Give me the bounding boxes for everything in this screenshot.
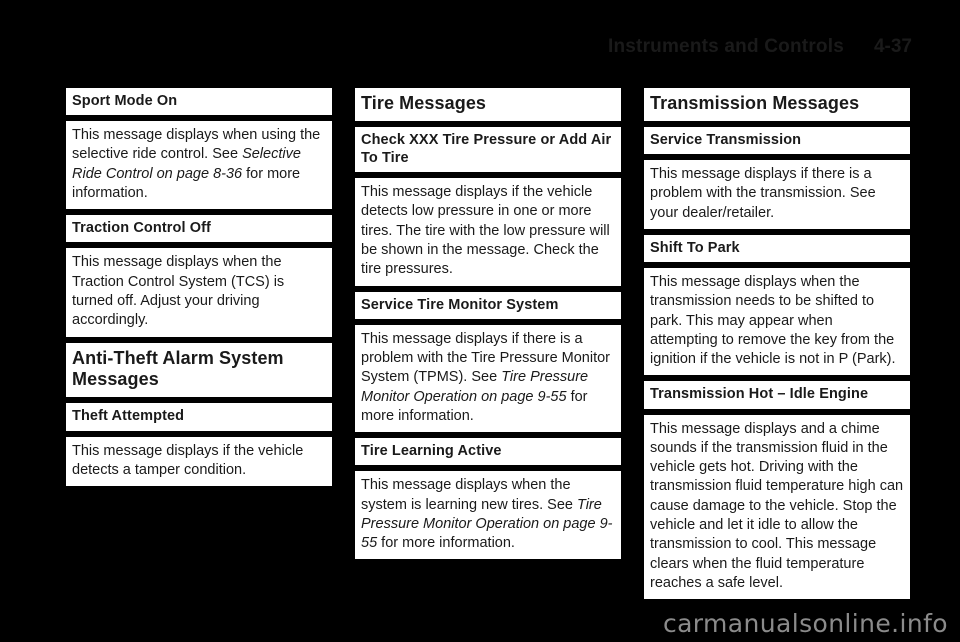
body-traction-control-off: This message displays when the Traction … (66, 248, 332, 337)
site-watermark: carmanualsonline.info (662, 609, 948, 638)
content-columns: Sport Mode On This message displays when … (66, 88, 912, 600)
heading-traction-control-off: Traction Control Off (66, 215, 332, 243)
body-service-transmission: This message displays if there is a prob… (644, 160, 910, 229)
heading-service-tire-monitor-system: Service Tire Monitor System (355, 291, 621, 319)
body-theft-attempted: This message displays if the vehicle det… (66, 436, 332, 487)
body-sport-mode-on: This message displays when using the sel… (66, 121, 332, 210)
body-check-xxx-tire-pressure: This message displays if the vehicle det… (355, 178, 621, 286)
page-number: 4-37 (873, 36, 912, 57)
page-title: Instruments and Controls (607, 36, 844, 57)
body-text: This message displays when the Traction … (72, 254, 285, 329)
column-1: Sport Mode On This message displays when … (66, 88, 332, 487)
heading-shift-to-park: Shift To Park (644, 234, 910, 263)
body-text: This message displays if there is a prob… (650, 166, 876, 221)
body-tire-learning-active: This message displays when the system is… (355, 471, 621, 560)
body-transmission-hot-idle-engine: This message displays and a chime sounds… (644, 414, 910, 600)
heading-tire-learning-active: Tire Learning Active (355, 438, 621, 466)
heading-service-transmission: Service Transmission (644, 126, 910, 155)
heading-transmission-messages: Transmission Messages (644, 88, 910, 121)
body-text: for more information. (381, 535, 515, 552)
column-2: Tire Messages Check XXX Tire Pressure or … (355, 88, 621, 560)
body-service-tire-monitor-system: This message displays if there is a prob… (355, 324, 621, 433)
body-text: This message displays when the transmiss… (650, 274, 896, 368)
heading-anti-theft-alarm-system-messages: Anti-Theft Alarm System Messages (66, 342, 332, 398)
body-shift-to-park: This message displays when the transmiss… (644, 268, 910, 376)
heading-sport-mode-on: Sport Mode On (66, 88, 332, 116)
heading-check-xxx-tire-pressure: Check XXX Tire Pressure or Add Air To Ti… (355, 126, 621, 173)
body-text: This message displays if the vehicle det… (72, 442, 304, 478)
body-text: This message displays when the system is… (361, 477, 577, 513)
column-3: Transmission Messages Service Transmissio… (644, 88, 910, 600)
body-text: This message displays if the vehicle det… (361, 184, 610, 278)
heading-transmission-hot-idle-engine: Transmission Hot – Idle Engine (644, 381, 910, 409)
body-text: This message displays and a chime sounds… (650, 420, 904, 591)
heading-theft-attempted: Theft Attempted (66, 403, 332, 431)
heading-tire-messages: Tire Messages (355, 88, 621, 121)
page-header: Instruments and Controls 4-37 (0, 36, 912, 62)
